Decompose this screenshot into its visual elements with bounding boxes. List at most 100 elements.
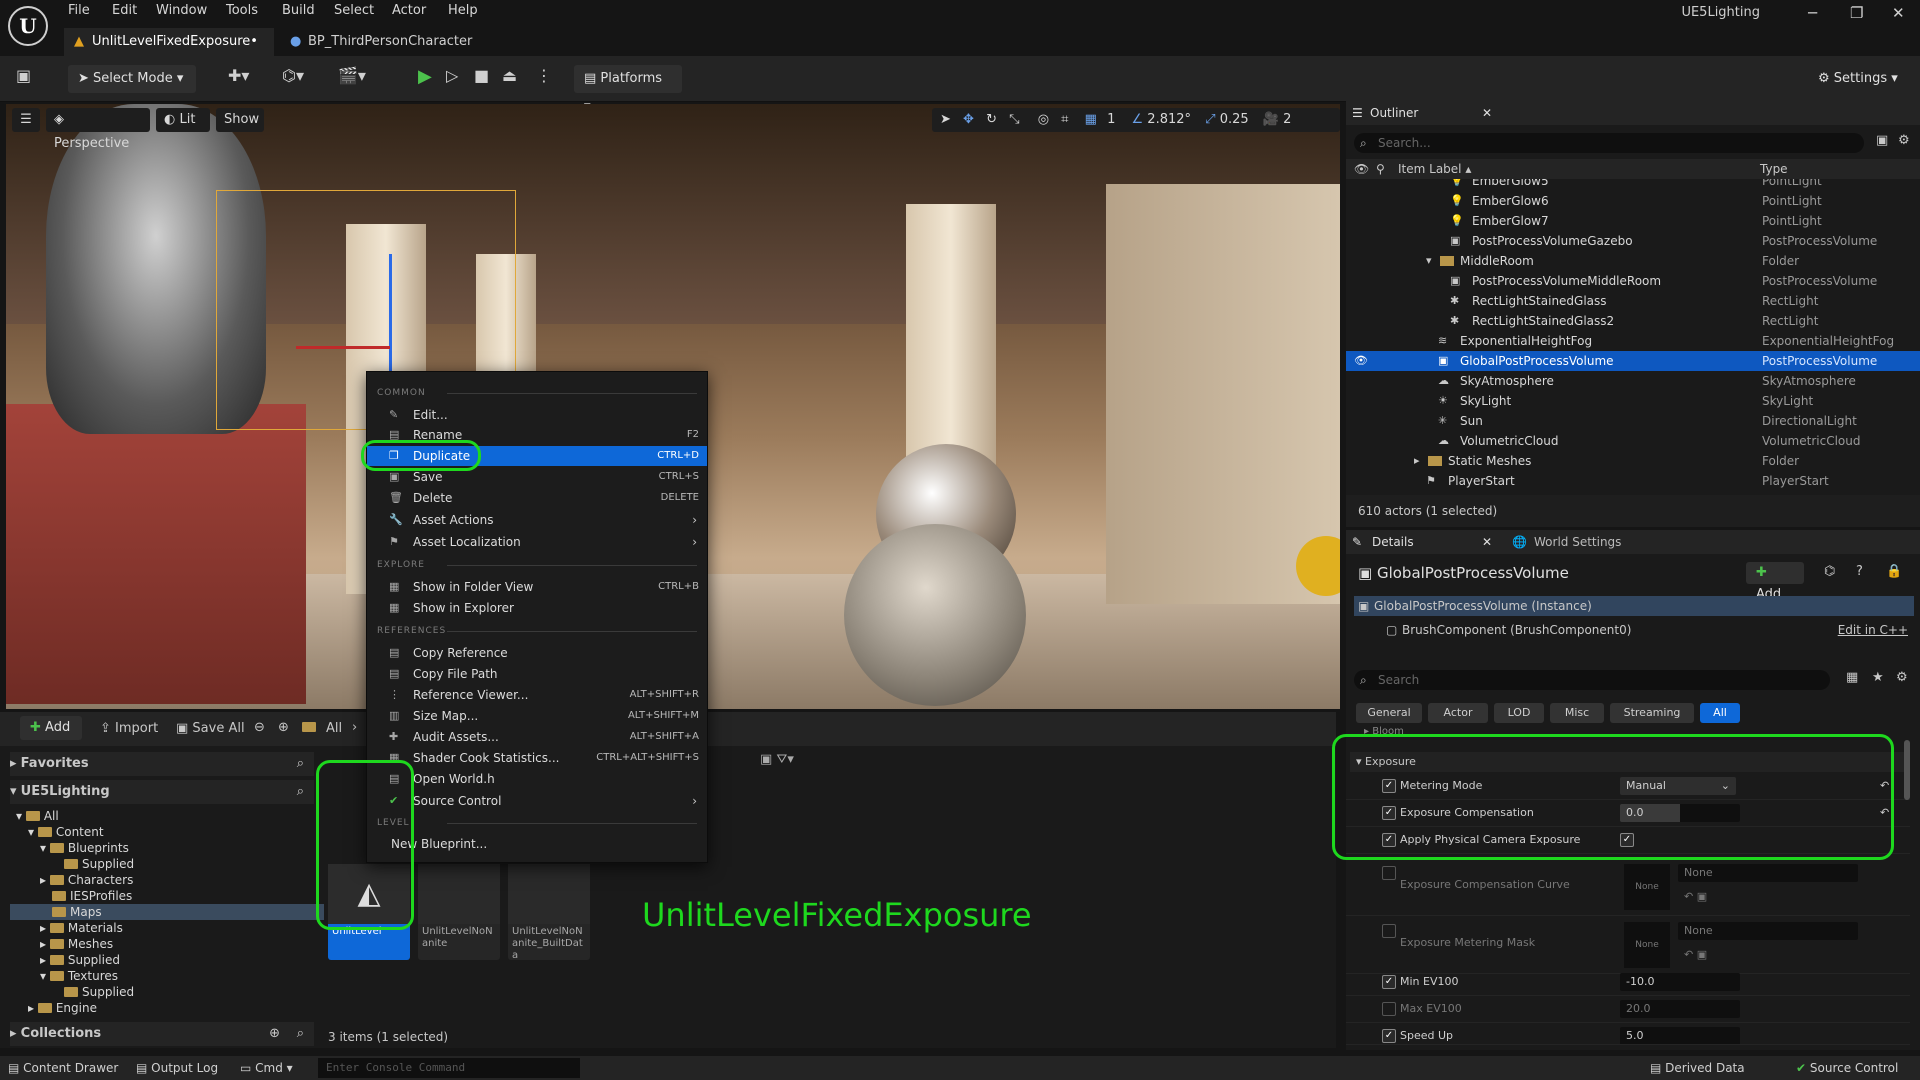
- search-icon[interactable]: ⌕: [297, 780, 304, 804]
- gizmo-z-axis[interactable]: [389, 254, 392, 374]
- restore-icon[interactable]: ❐: [1850, 4, 1863, 22]
- menu-tools[interactable]: Tools: [226, 3, 258, 18]
- outliner-row[interactable]: ▣ PostProcessVolumeGazebo PostProcessVolum…: [1346, 231, 1920, 251]
- mask-asset-select[interactable]: None: [1678, 922, 1858, 940]
- tree-item-supplied[interactable]: ▸ Supplied: [10, 952, 324, 968]
- menu-file[interactable]: File: [68, 3, 90, 18]
- menu-item-asset-localization[interactable]: ⚑ Asset Localization ›: [367, 532, 707, 552]
- save-icon[interactable]: ▣: [16, 66, 31, 85]
- menu-item-new-blueprint[interactable]: New Blueprint...: [367, 834, 707, 854]
- play-icon[interactable]: ▶: [418, 66, 432, 87]
- help-icon[interactable]: ?: [1856, 564, 1863, 579]
- minimize-icon[interactable]: ─: [1808, 4, 1817, 22]
- cinematics-icon[interactable]: 🎬▾: [338, 66, 366, 85]
- menu-edit[interactable]: Edit: [112, 3, 137, 18]
- grid-snap-value[interactable]: 1: [1107, 112, 1115, 127]
- tree-item-blueprints[interactable]: ▾ Blueprints: [10, 840, 324, 856]
- outliner-row[interactable]: 💡 EmberGlow6 PointLight: [1346, 191, 1920, 211]
- filter-tab-misc[interactable]: Misc: [1550, 703, 1604, 723]
- more-options-icon[interactable]: ⋮: [536, 66, 552, 85]
- rotation-snap-icon[interactable]: ∠: [1132, 112, 1144, 127]
- outliner-row[interactable]: 💡 EmberGlow7 PointLight: [1346, 211, 1920, 231]
- close-icon[interactable]: ✕: [1892, 4, 1905, 22]
- camera-speed-icon[interactable]: 🎥: [1263, 112, 1279, 127]
- tree-item-materials[interactable]: ▸ Materials: [10, 920, 324, 936]
- table-view-icon[interactable]: ▦: [1846, 670, 1858, 685]
- menu-item-show-folder-view[interactable]: ▦ Show in Folder View CTRL+B: [367, 577, 707, 597]
- lit-button[interactable]: ◐ Lit: [156, 108, 210, 132]
- surface-snap-icon[interactable]: ⌗: [1061, 112, 1068, 127]
- step-icon[interactable]: ▷: [446, 66, 458, 85]
- filter-tab-all[interactable]: All: [1700, 703, 1740, 723]
- outliner-row[interactable]: ✱ RectLightStainedGlass RectLight: [1346, 291, 1920, 311]
- outliner-row[interactable]: ✱ RectLightStainedGlass2 RectLight: [1346, 311, 1920, 331]
- derived-data-button[interactable]: ▤ Derived Data: [1650, 1061, 1745, 1075]
- browse-icon[interactable]: ↶ ▣: [1684, 948, 1707, 961]
- override-checkbox[interactable]: ✓: [1382, 1029, 1396, 1043]
- override-checkbox[interactable]: [1382, 1002, 1396, 1016]
- asset-tile[interactable]: UnlitLevelNoNanite_BuiltData: [508, 864, 590, 961]
- project-header[interactable]: ▾ UE5Lighting ⌕: [10, 780, 314, 804]
- menu-item-copy-file-path[interactable]: ▤ Copy File Path: [367, 664, 707, 684]
- column-type[interactable]: Type: [1760, 159, 1788, 179]
- tree-item-supplied[interactable]: Supplied: [10, 984, 324, 1000]
- browse-icon[interactable]: ↶ ▣: [1684, 890, 1707, 903]
- filter-tab-actor[interactable]: Actor: [1428, 703, 1488, 723]
- add-collection-icon[interactable]: ⊕: [269, 1022, 280, 1046]
- menu-item-size-map[interactable]: ▥ Size Map... ALT+SHIFT+M: [367, 706, 707, 726]
- search-icon[interactable]: ⌕: [297, 1022, 304, 1046]
- save-search-icon[interactable]: ▣: [760, 752, 776, 767]
- menu-item-audit-assets[interactable]: ✚ Audit Assets... ALT+SHIFT+A: [367, 727, 707, 747]
- filter-tab-general[interactable]: General: [1356, 703, 1422, 723]
- import-button[interactable]: ⇪ Import: [100, 721, 158, 736]
- world-space-icon[interactable]: ◎: [1038, 112, 1049, 127]
- menu-item-delete[interactable]: 🗑 Delete DELETE: [367, 488, 707, 508]
- scale-snap-value[interactable]: 0.25: [1220, 112, 1249, 127]
- menu-item-source-control[interactable]: ✔ Source Control ›: [367, 791, 707, 811]
- menu-item-reference-viewer[interactable]: ⋮ Reference Viewer... ALT+SHIFT+R: [367, 685, 707, 705]
- filter-icon[interactable]: ⛛▾: [776, 752, 793, 767]
- outliner-row[interactable]: ☁ VolumetricCloud VolumetricCloud: [1346, 431, 1920, 451]
- outliner-row[interactable]: ▣ PostProcessVolumeMiddleRoom PostProcessV…: [1346, 271, 1920, 291]
- tree-item-all[interactable]: ▾ All: [10, 808, 324, 824]
- settings-button[interactable]: ⚙ Settings ▾: [1808, 65, 1908, 93]
- menu-select[interactable]: Select: [334, 3, 374, 18]
- asset-tile[interactable]: UnlitLevelNoNanite: [418, 864, 500, 960]
- gear-icon[interactable]: ⚙: [1896, 670, 1908, 685]
- tab-world-settings[interactable]: World Settings: [1534, 530, 1621, 554]
- path-all[interactable]: All: [326, 721, 342, 736]
- back-icon[interactable]: ⊖: [254, 720, 265, 735]
- gear-icon[interactable]: ⚙: [1898, 133, 1910, 148]
- cmd-select[interactable]: ▭ Cmd ▾: [240, 1061, 293, 1075]
- console-input[interactable]: Enter Console Command: [318, 1058, 580, 1078]
- menu-item-copy-reference[interactable]: ▤ Copy Reference: [367, 643, 707, 663]
- curve-asset-select[interactable]: None: [1678, 864, 1858, 882]
- tab-details[interactable]: Details: [1372, 530, 1414, 554]
- search-icon[interactable]: ⌕: [297, 752, 304, 776]
- outliner-row[interactable]: ≋ ExponentialHeightFog ExponentialHeightFo…: [1346, 331, 1920, 351]
- outliner-row[interactable]: ▸ Static Meshes Folder: [1346, 451, 1920, 471]
- menu-window[interactable]: Window: [156, 3, 207, 18]
- override-checkbox[interactable]: [1382, 866, 1396, 880]
- add-actor-icon[interactable]: ✚▾: [228, 66, 249, 85]
- favorites-header[interactable]: ▸ Favorites ⌕: [10, 752, 314, 776]
- tab-blueprint[interactable]: ● BP_ThirdPersonCharacter: [280, 28, 480, 56]
- tree-item-textures[interactable]: ▾ Textures: [10, 968, 324, 984]
- menu-actor[interactable]: Actor: [392, 3, 426, 18]
- override-checkbox[interactable]: [1382, 924, 1396, 938]
- tree-item-maps[interactable]: Maps: [10, 904, 324, 920]
- tree-item-characters[interactable]: ▸ Characters: [10, 872, 324, 888]
- menu-item-show-explorer[interactable]: ▦ Show in Explorer: [367, 598, 707, 618]
- viewport-menu-icon[interactable]: ☰: [12, 108, 40, 132]
- details-search-input[interactable]: ⌕ Search: [1354, 670, 1830, 690]
- tree-item-supplied[interactable]: Supplied: [10, 856, 324, 872]
- output-log-button[interactable]: ▤ Output Log: [136, 1061, 218, 1075]
- menu-item-asset-actions[interactable]: 🔧 Asset Actions ›: [367, 510, 707, 530]
- component-brush-row[interactable]: ▢ BrushComponent (BrushComponent0) Edit in…: [1354, 620, 1914, 640]
- edit-cpp-link[interactable]: Edit in C++: [1838, 620, 1908, 640]
- tab-level[interactable]: ▲ UnlitLevelFixedExposure•: [64, 28, 274, 56]
- override-checkbox[interactable]: ✓: [1382, 975, 1396, 989]
- forward-icon[interactable]: ⊕: [278, 720, 289, 735]
- content-drawer-button[interactable]: ▤ Content Drawer: [8, 1061, 118, 1075]
- scale-tool-icon[interactable]: ⤡: [1009, 112, 1019, 127]
